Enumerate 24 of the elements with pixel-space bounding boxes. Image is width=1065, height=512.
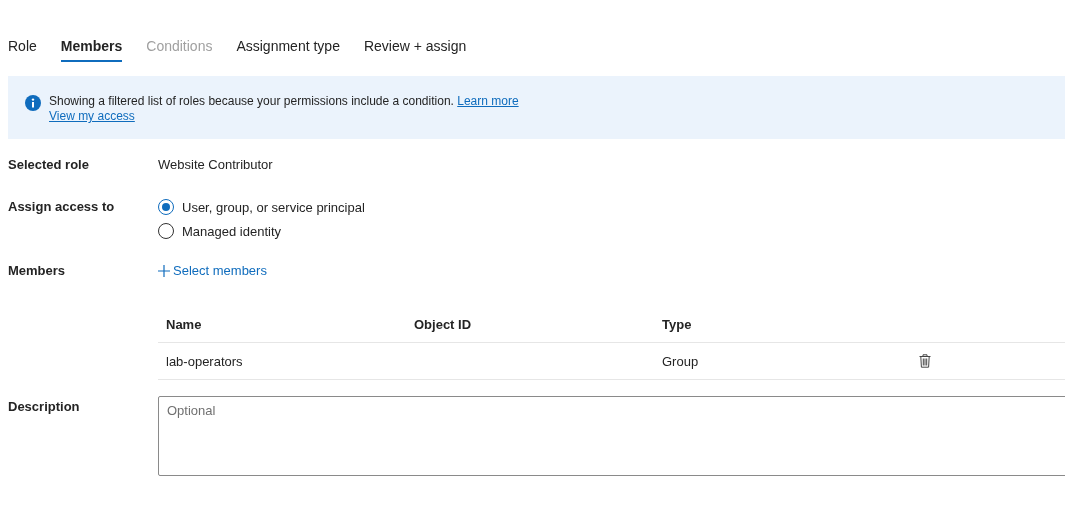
tab[interactable]: Role — [8, 38, 37, 62]
table-cell-text: Group — [661, 353, 700, 369]
view-access-link[interactable]: View my access — [49, 109, 135, 123]
info-icon — [25, 95, 41, 111]
table-cell-text: lab-operators — [165, 353, 244, 369]
field-label: Description — [8, 399, 81, 416]
field-label: Assign access to — [8, 199, 116, 216]
field-label: Members — [8, 263, 67, 278]
plus-icon — [158, 264, 170, 277]
tab[interactable]: Review + assign — [363, 38, 467, 62]
radio-label: Managed identity — [182, 223, 281, 239]
select-members-link[interactable]: Select members — [158, 263, 267, 278]
role-value: Website Contributor — [158, 157, 273, 172]
field-label: Selected role — [8, 157, 90, 172]
banner-message: Showing a filtered list of roles because your permissions include a condition. — [49, 94, 454, 108]
description-field[interactable]: Optional — [158, 396, 1065, 476]
tab[interactable]: Members — [60, 38, 123, 62]
radio-label: User, group, or service principal — [182, 199, 365, 215]
column-header: Type — [661, 316, 693, 332]
column-header: Object ID — [413, 316, 473, 332]
column-header: Name — [165, 316, 203, 332]
learn-more-link[interactable]: Learn more — [457, 94, 519, 108]
delete-icon[interactable] — [919, 354, 931, 368]
tab[interactable]: Assignment type — [236, 38, 340, 62]
